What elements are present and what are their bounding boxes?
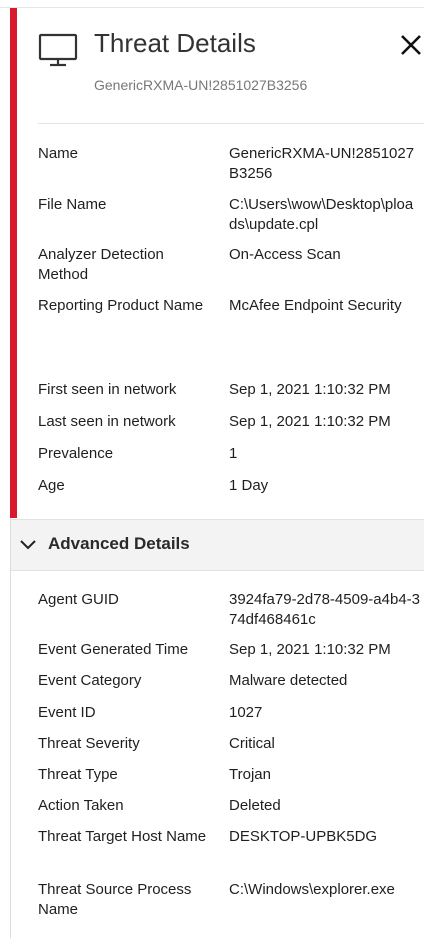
detail-value: On-Access Scan: [229, 246, 341, 263]
detail-value: Deleted: [229, 797, 281, 814]
advanced-details-toggle[interactable]: Advanced Details: [11, 519, 424, 571]
detail-label: Last seen in network: [38, 413, 176, 430]
header-divider: [38, 123, 424, 124]
detail-label: Reporting Product Name: [38, 297, 204, 314]
detail-value: Sep 1, 2021 1:10:32 PM: [229, 641, 391, 658]
detail-label: Threat Type: [38, 766, 118, 783]
detail-label: Threat Severity: [38, 735, 140, 752]
detail-value: DESKTOP-UPBK5DG: [229, 828, 378, 845]
detail-value: McAfee Endpoint Security: [229, 297, 402, 314]
detail-label: Threat Target Host Name: [38, 828, 207, 845]
panel-header: Threat Details GenericRXMA-UN!2851027B32…: [0, 8, 424, 123]
panel-title: Threat Details: [94, 28, 256, 58]
detail-label: Age: [38, 477, 65, 494]
detail-value: C:\Users\wow\Desktop\ploads\update.cpl: [229, 196, 414, 233]
left-border: [10, 518, 11, 938]
detail-label: Analyzer Detection Method: [38, 246, 164, 283]
detail-label: Event ID: [38, 704, 96, 721]
detail-value: Sep 1, 2021 1:10:32 PM: [229, 413, 391, 430]
detail-value: 1 Day: [229, 477, 269, 494]
detail-value: C:\Windows\explorer.exe: [229, 881, 395, 898]
detail-label: Action Taken: [38, 797, 124, 814]
threat-details-panel: Threat Details GenericRXMA-UN!2851027B32…: [0, 0, 424, 938]
detail-value: 1: [229, 445, 238, 462]
detail-value: Sep 1, 2021 1:10:32 PM: [229, 381, 391, 398]
detail-label: File Name: [38, 196, 107, 213]
detail-label: Prevalence: [38, 445, 114, 462]
detail-value: Malware detected: [229, 672, 348, 689]
detail-label: First seen in network: [38, 381, 177, 398]
detail-label: Event Category: [38, 672, 142, 689]
advanced-details-title: Advanced Details: [48, 534, 190, 553]
detail-value: Trojan: [229, 766, 271, 783]
threat-name-subtitle: GenericRXMA-UN!2851027B3256: [94, 77, 308, 93]
detail-label: Agent GUID: [38, 591, 119, 608]
close-icon[interactable]: [398, 32, 424, 58]
detail-value: 1027: [229, 704, 263, 721]
detail-value: Critical: [229, 735, 275, 752]
detail-label: Name: [38, 145, 79, 162]
detail-value: 3924fa79-2d78-4509-a4b4-374df468461c: [229, 591, 420, 628]
detail-label: Event Generated Time: [38, 641, 189, 658]
detail-value: GenericRXMA-UN!2851027B3256: [229, 145, 415, 182]
monitor-icon: [38, 33, 78, 67]
detail-label: Threat Source Process Name: [38, 881, 192, 918]
chevron-down-icon: [20, 540, 36, 550]
